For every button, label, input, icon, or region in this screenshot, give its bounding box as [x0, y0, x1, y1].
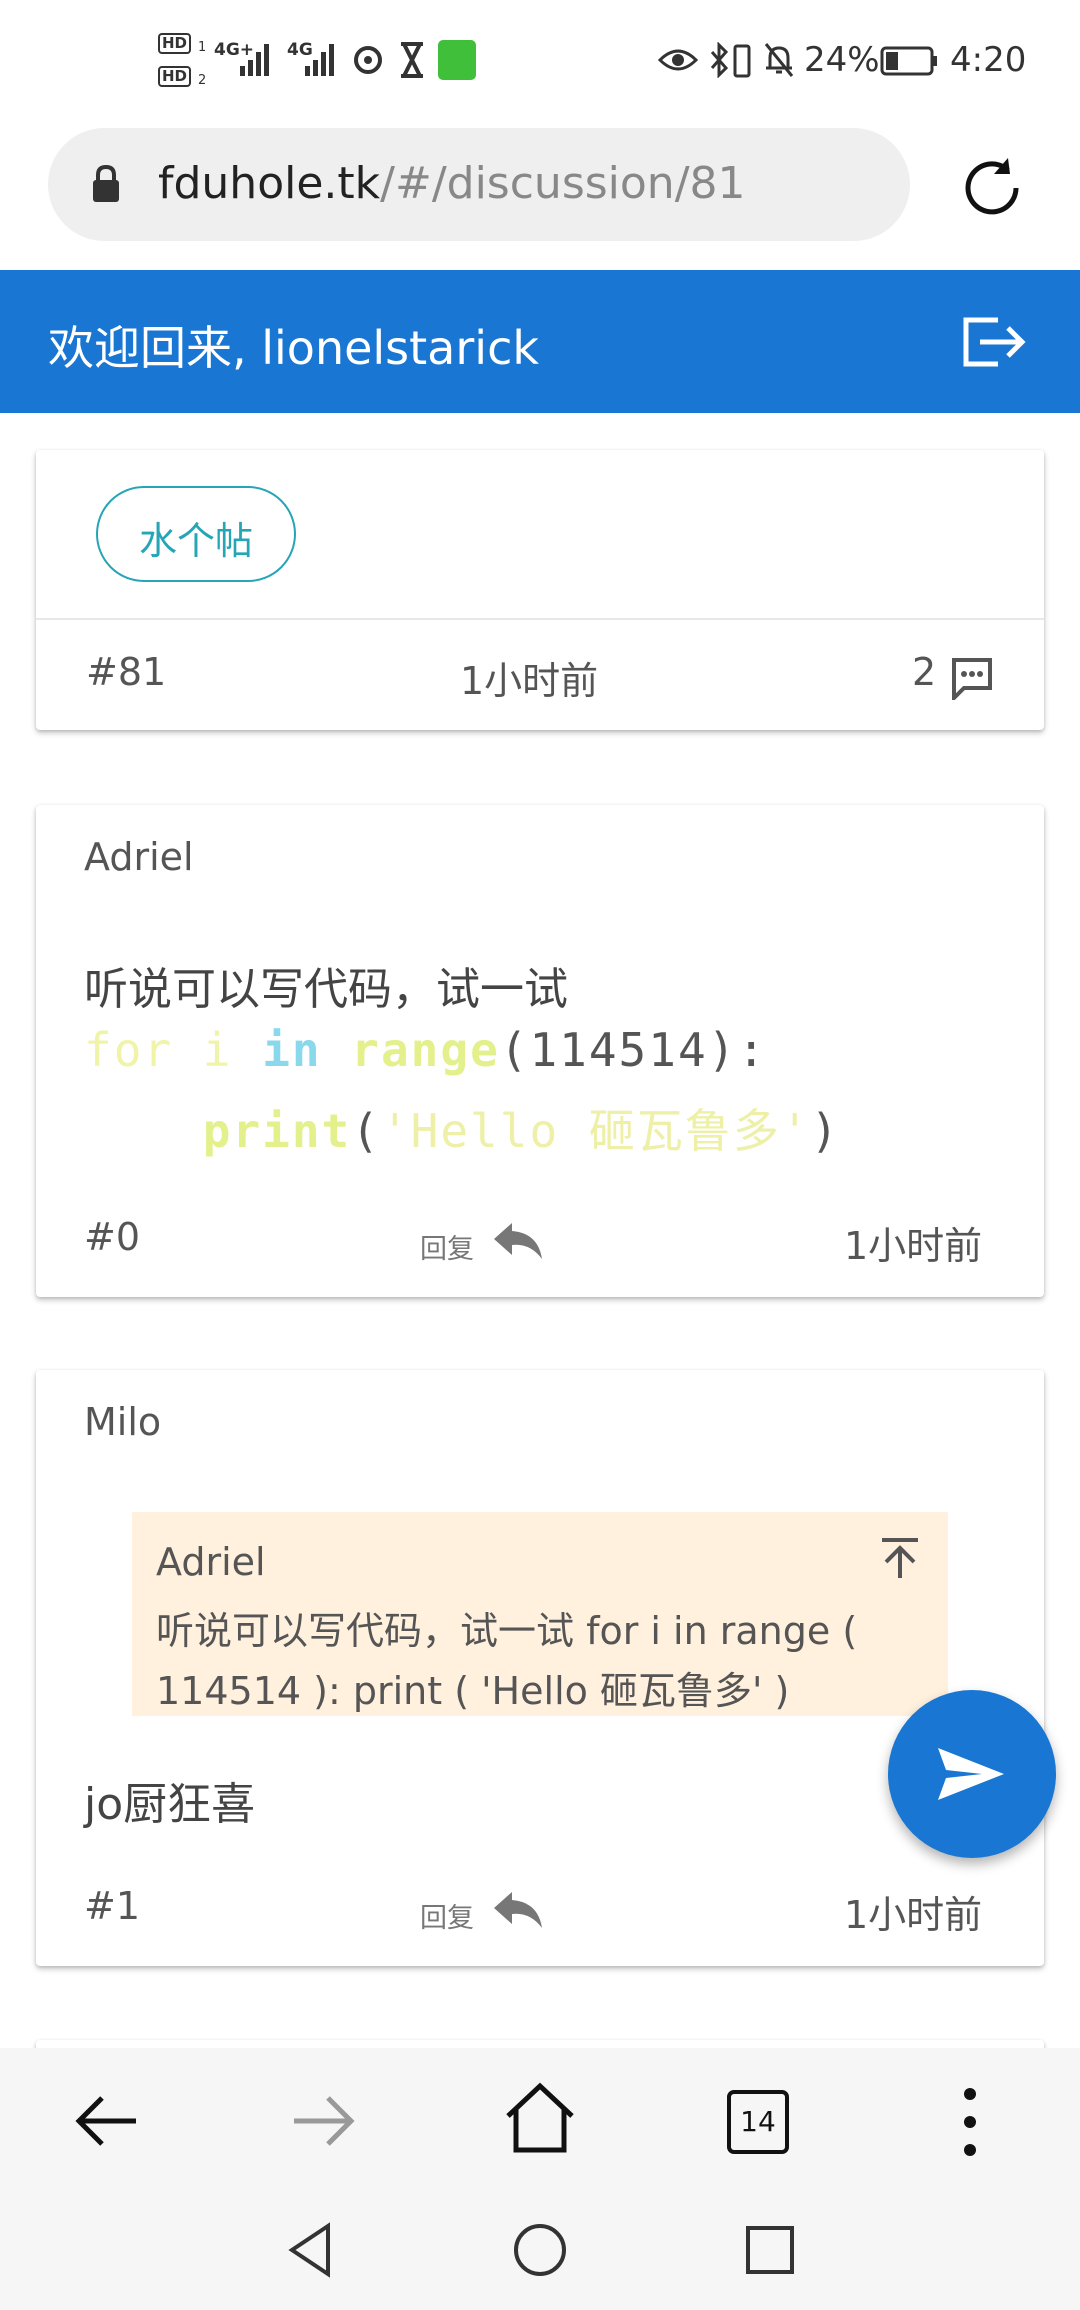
post-number: #1	[84, 1884, 141, 1928]
comment-icon	[952, 658, 992, 700]
discussion-id: #81	[86, 650, 167, 694]
battery-icon	[880, 46, 937, 76]
hourglass-icon	[401, 42, 423, 78]
signal-icon-1	[240, 44, 269, 76]
url-path: /#/discussion/81	[380, 158, 746, 209]
code-line-2: print('Hello 砸瓦鲁多')	[202, 1104, 841, 1158]
clock: 4:20	[950, 40, 1027, 80]
browser-toolbar: 14	[0, 2048, 1080, 2198]
tag-chip[interactable]: 水个帖	[96, 486, 296, 582]
eye-icon	[658, 49, 698, 71]
system-recents-icon[interactable]	[744, 2224, 796, 2276]
post-card-0: Adriel 听说可以写代码，试一试 for i in range(114514…	[36, 805, 1044, 1297]
url-domain: fduhole.tk	[158, 158, 381, 209]
send-icon	[938, 1748, 1004, 1800]
battery-percent: 24%	[804, 40, 880, 80]
reply-icon	[494, 1892, 542, 1928]
quote-line-2: 114514 ): print ( 'Hello 砸瓦鲁多' )	[156, 1669, 790, 1713]
post-time: 1小时前	[844, 1893, 983, 1937]
reply-label: 回复	[420, 1234, 474, 1265]
system-home-icon[interactable]	[512, 2222, 568, 2278]
post-number: #0	[84, 1215, 141, 1259]
more-menu-icon[interactable]	[960, 2086, 980, 2158]
post-text: jo厨狂喜	[84, 1779, 256, 1830]
divider	[36, 618, 1044, 620]
reply-icon	[494, 1223, 542, 1259]
post-text: 听说可以写代码，试一试	[84, 964, 568, 1015]
url-text[interactable]: fduhole.tk/#/discussion/81	[158, 158, 746, 209]
discussion-card: 水个帖 #81 1小时前 2	[36, 450, 1044, 730]
quote-line-1: 听说可以写代码，试一试 for i in range (	[156, 1609, 858, 1653]
bluetooth-icon	[710, 42, 729, 78]
status-bar: HD HD 1 2 4G+ 4G 24% 4:20	[0, 0, 1080, 125]
reply-button[interactable]: 回复	[420, 1209, 550, 1269]
new-reply-fab[interactable]	[888, 1690, 1056, 1858]
jump-to-top-icon[interactable]	[878, 1536, 922, 1580]
post-time: 1小时前	[844, 1224, 983, 1268]
tab-switcher-button[interactable]: 14	[727, 2090, 789, 2154]
reload-icon[interactable]	[958, 152, 1030, 224]
mute-bell-icon	[764, 43, 794, 77]
reply-label: 回复	[420, 1903, 474, 1934]
signal-icon-2	[305, 44, 334, 76]
lock-icon	[93, 164, 119, 202]
post-author: Adriel	[84, 835, 194, 879]
post-author: Milo	[84, 1400, 162, 1444]
reply-count: 2	[912, 650, 937, 694]
tag-label: 水个帖	[138, 519, 253, 563]
hd-badge-2: HD	[158, 66, 192, 87]
welcome-title: 欢迎回来, lionelstarick	[48, 321, 539, 375]
forward-arrow-icon[interactable]	[290, 2088, 356, 2154]
system-navigation-bar	[0, 2198, 1080, 2310]
back-arrow-icon[interactable]	[74, 2088, 140, 2154]
swirl-icon	[354, 46, 382, 74]
reply-button[interactable]: 回复	[420, 1878, 550, 1938]
tab-count: 14	[740, 2105, 776, 2138]
code-line-1: for i in range(114514):	[84, 1023, 768, 1077]
system-back-icon[interactable]	[286, 2222, 334, 2278]
discussion-time: 1小时前	[460, 659, 599, 703]
vibrate-battery-icon	[733, 44, 751, 78]
hd-badge-1: HD	[158, 33, 192, 54]
quote-box[interactable]: Adriel 听说可以写代码，试一试 for i in range ( 1145…	[132, 1512, 948, 1716]
app-notification-icon	[438, 40, 476, 80]
home-icon[interactable]	[502, 2082, 578, 2154]
logout-icon[interactable]	[958, 312, 1030, 372]
quote-author: Adriel	[156, 1540, 266, 1584]
